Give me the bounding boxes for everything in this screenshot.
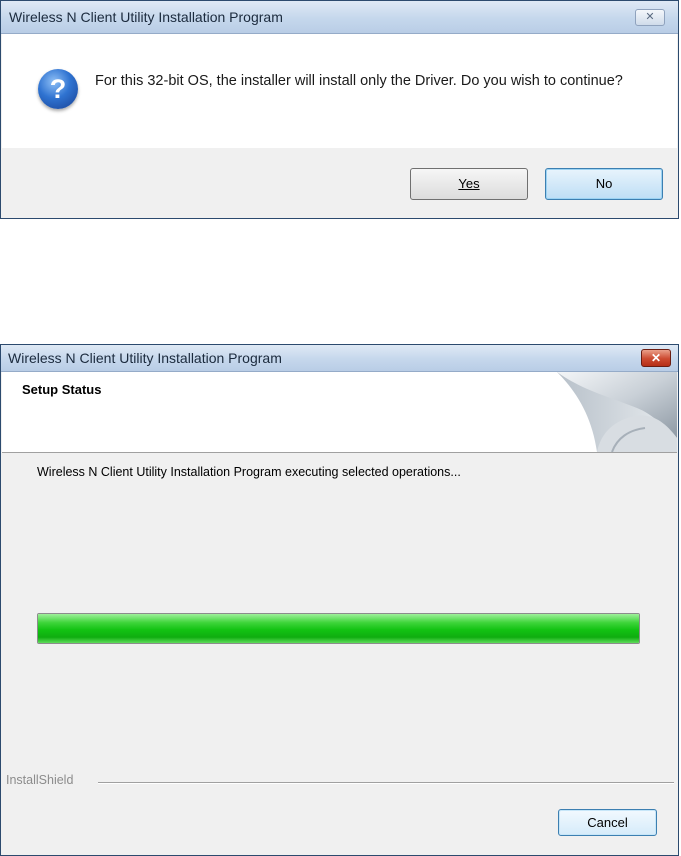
setup-header: Setup Status — [2, 372, 677, 453]
confirm-message: For this 32-bit OS, the installer will i… — [95, 73, 623, 89]
no-button-label: No — [595, 176, 613, 191]
setup-dialog: Wireless N Client Utility Installation P… — [0, 344, 679, 856]
close-icon: ✕ — [650, 351, 662, 365]
yes-button-label: Yes — [458, 176, 480, 191]
no-button[interactable]: No — [545, 168, 663, 200]
confirm-dialog-titlebar[interactable]: Wireless N Client Utility Installation P… — [1, 1, 678, 34]
divider — [98, 782, 674, 784]
confirm-dialog-content: ? For this 32-bit OS, the installer will… — [2, 34, 677, 148]
confirm-dialog: Wireless N Client Utility Installation P… — [0, 0, 679, 219]
cancel-button-label: Cancel — [587, 815, 628, 830]
page-curl-graphic — [557, 372, 677, 452]
setup-dialog-title: Wireless N Client Utility Installation P… — [8, 350, 282, 366]
brand-label: InstallShield — [6, 773, 78, 787]
yes-button[interactable]: Yes — [410, 168, 528, 200]
confirm-dialog-title: Wireless N Client Utility Installation P… — [9, 9, 283, 25]
progress-bar-fill — [38, 614, 639, 643]
question-icon: ? — [38, 69, 78, 109]
status-message: Wireless N Client Utility Installation P… — [37, 465, 461, 479]
cancel-button[interactable]: Cancel — [558, 809, 657, 836]
close-button[interactable]: ✕ — [635, 9, 665, 26]
setup-header-title: Setup Status — [22, 382, 102, 397]
progress-bar — [37, 613, 640, 644]
close-button[interactable]: ✕ — [641, 349, 671, 367]
setup-dialog-titlebar[interactable]: Wireless N Client Utility Installation P… — [1, 345, 678, 372]
close-icon: ✕ — [645, 11, 655, 23]
